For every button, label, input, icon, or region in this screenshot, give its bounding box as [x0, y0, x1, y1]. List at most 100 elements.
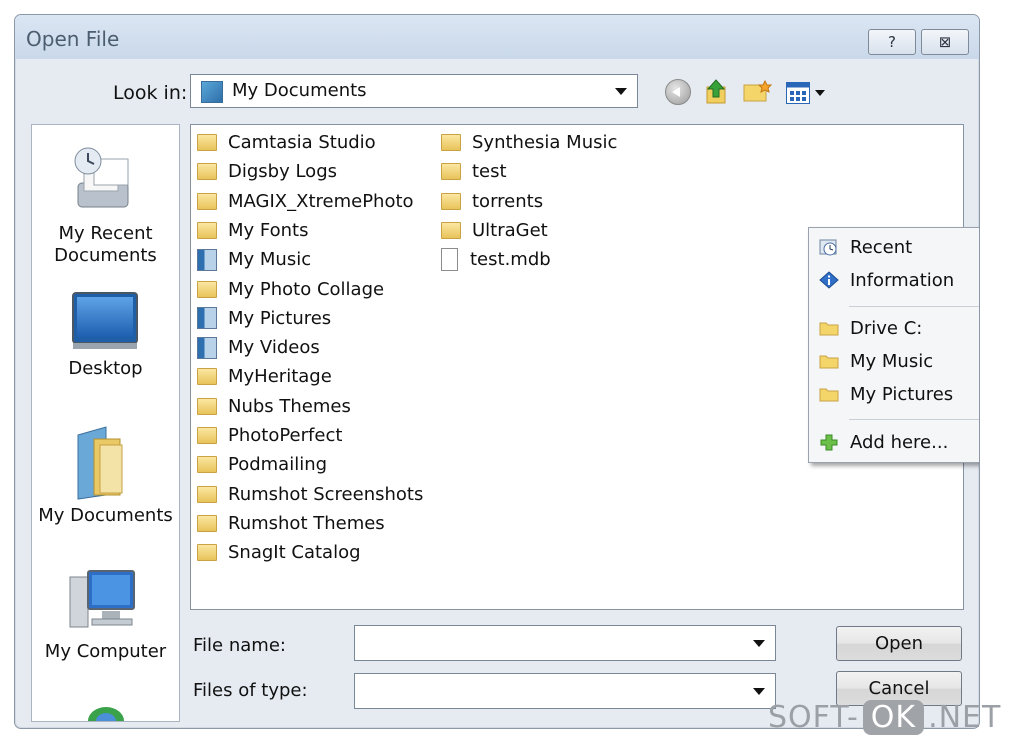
file-list-item[interactable]: My Photo Collage [197, 276, 384, 303]
file-icon [441, 248, 458, 272]
place-desktop[interactable]: Desktop [32, 290, 179, 400]
file-type-combo[interactable] [354, 673, 776, 709]
context-menu-item[interactable]: Drive C: [819, 313, 979, 343]
folder-icon [197, 544, 217, 562]
watermark: SOFT- OK .NET [768, 697, 1001, 737]
file-list-item[interactable]: UltraGet [441, 217, 548, 244]
file-list-item-label: Rumshot Screenshots [228, 483, 424, 505]
file-list-item-label: Nubs Themes [228, 395, 351, 417]
file-list-item[interactable]: test.mdb [441, 246, 551, 273]
close-button[interactable]: ⊠ [921, 29, 969, 55]
file-list-item[interactable]: SnagIt Catalog [197, 539, 361, 566]
context-menu-item[interactable]: Recent [819, 232, 979, 262]
up-folder-icon[interactable] [705, 79, 727, 105]
folder-icon [197, 456, 217, 474]
file-list-item[interactable]: test [441, 158, 507, 185]
back-icon[interactable] [665, 79, 691, 105]
file-list-item-label: UltraGet [472, 219, 548, 241]
context-menu-item[interactable]: Information [819, 265, 979, 295]
folder-icon [819, 322, 839, 336]
file-name-input[interactable] [359, 630, 743, 656]
folder-icon [441, 192, 461, 210]
title-bar[interactable]: Open File ? ⊠ [15, 15, 979, 59]
file-list-item[interactable]: MAGIX_XtremePhoto [197, 188, 414, 215]
context-menu-item-label: My Pictures [850, 383, 954, 405]
folder-icon [441, 134, 461, 151]
place-label: My Computer [44, 641, 167, 662]
views-dropdown-icon[interactable] [815, 90, 825, 96]
context-menu-item-label: Information [850, 269, 955, 291]
recent-documents-icon [74, 147, 129, 208]
context-menu-item[interactable]: Add here... [819, 427, 979, 457]
folder-icon [197, 221, 217, 239]
file-list-item[interactable]: My Music [197, 246, 311, 273]
file-list-item[interactable]: My Videos [197, 334, 320, 361]
file-list-item-label: Camtasia Studio [228, 132, 376, 153]
views-icon[interactable] [786, 82, 810, 104]
file-list-item[interactable]: Podmailing [197, 451, 327, 478]
file-list-item-label: test [472, 161, 507, 183]
file-list-item[interactable]: Rumshot Themes [197, 510, 385, 537]
special-folder-icon [197, 336, 217, 359]
file-list-item-label: MAGIX_XtremePhoto [228, 190, 414, 212]
close-icon: ⊠ [938, 33, 952, 51]
file-type-label: Files of type: [193, 680, 308, 701]
new-folder-icon[interactable] [743, 79, 773, 103]
place-my-documents[interactable]: My Documents [32, 425, 179, 535]
context-menu-item-label: My Music [850, 350, 934, 372]
file-list-item[interactable]: torrents [441, 188, 543, 215]
network-icon[interactable] [84, 705, 128, 721]
folder-icon [441, 163, 461, 181]
place-label: My Recent Documents [54, 223, 157, 266]
folder-icon [197, 134, 217, 151]
file-list-item-label: Synthesia Music [472, 132, 618, 153]
file-type-input[interactable] [359, 678, 743, 704]
file-list-item[interactable]: My Pictures [197, 305, 331, 332]
help-button[interactable]: ? [868, 29, 916, 55]
place-label: My Documents [38, 505, 173, 526]
help-icon: ? [888, 33, 896, 51]
info-icon [819, 271, 839, 289]
file-list-item-label: Digsby Logs [228, 161, 337, 183]
file-list-item-label: Podmailing [228, 454, 328, 476]
chevron-down-icon[interactable] [753, 688, 765, 695]
watermark-left: SOFT- [768, 699, 859, 735]
file-list-item-label: Rumshot Themes [228, 512, 385, 534]
plus-icon [820, 434, 838, 451]
open-button[interactable]: Open [836, 626, 962, 661]
look-in-label: Look in: [113, 82, 188, 104]
folder-icon [197, 397, 217, 415]
watermark-right: .NET [928, 699, 1002, 735]
file-list-item-label: My Music [228, 249, 312, 271]
file-list-item-label: My Pictures [228, 307, 332, 329]
file-list-item[interactable]: MyHeritage [197, 363, 332, 390]
special-folder-icon [197, 307, 217, 330]
context-menu-item[interactable]: My Pictures [819, 379, 979, 409]
file-name-combo[interactable] [354, 625, 776, 661]
file-list-item[interactable]: Camtasia Studio [197, 129, 376, 156]
file-list-item-label: My Fonts [228, 219, 309, 241]
chevron-down-icon[interactable] [753, 640, 765, 647]
folder-icon [197, 514, 217, 532]
my-computer-icon [69, 570, 135, 628]
place-my-computer[interactable]: My Computer [32, 567, 179, 677]
file-list-item[interactable]: Rumshot Screenshots [197, 481, 423, 508]
file-list-item[interactable]: PhotoPerfect [197, 422, 342, 449]
folder-icon [819, 355, 839, 369]
place-my-recent-documents[interactable]: My Recent Documents [32, 145, 179, 273]
file-list-item-label: torrents [472, 190, 544, 212]
open-file-dialog: Open File ? ⊠ Look in: My Documents My R… [14, 14, 980, 729]
special-folder-icon [197, 248, 217, 271]
file-list-item-label: PhotoPerfect [228, 425, 343, 446]
context-menu-item[interactable]: My Music [819, 346, 979, 376]
look-in-dropdown[interactable]: My Documents [190, 74, 638, 108]
places-bar: My Recent Documents Desktop My Documents [31, 124, 180, 722]
context-menu: Recent Information Drive C: My Music My Pict… [808, 227, 979, 463]
file-list-item[interactable]: Nubs Themes [197, 393, 351, 420]
file-list-item[interactable]: My Fonts [197, 217, 308, 244]
file-list-item[interactable]: Synthesia Music [441, 129, 617, 156]
folder-icon [197, 280, 217, 298]
folder-icon [197, 368, 217, 386]
file-list-item[interactable]: Digsby Logs [197, 158, 337, 185]
chevron-down-icon[interactable] [615, 88, 627, 95]
